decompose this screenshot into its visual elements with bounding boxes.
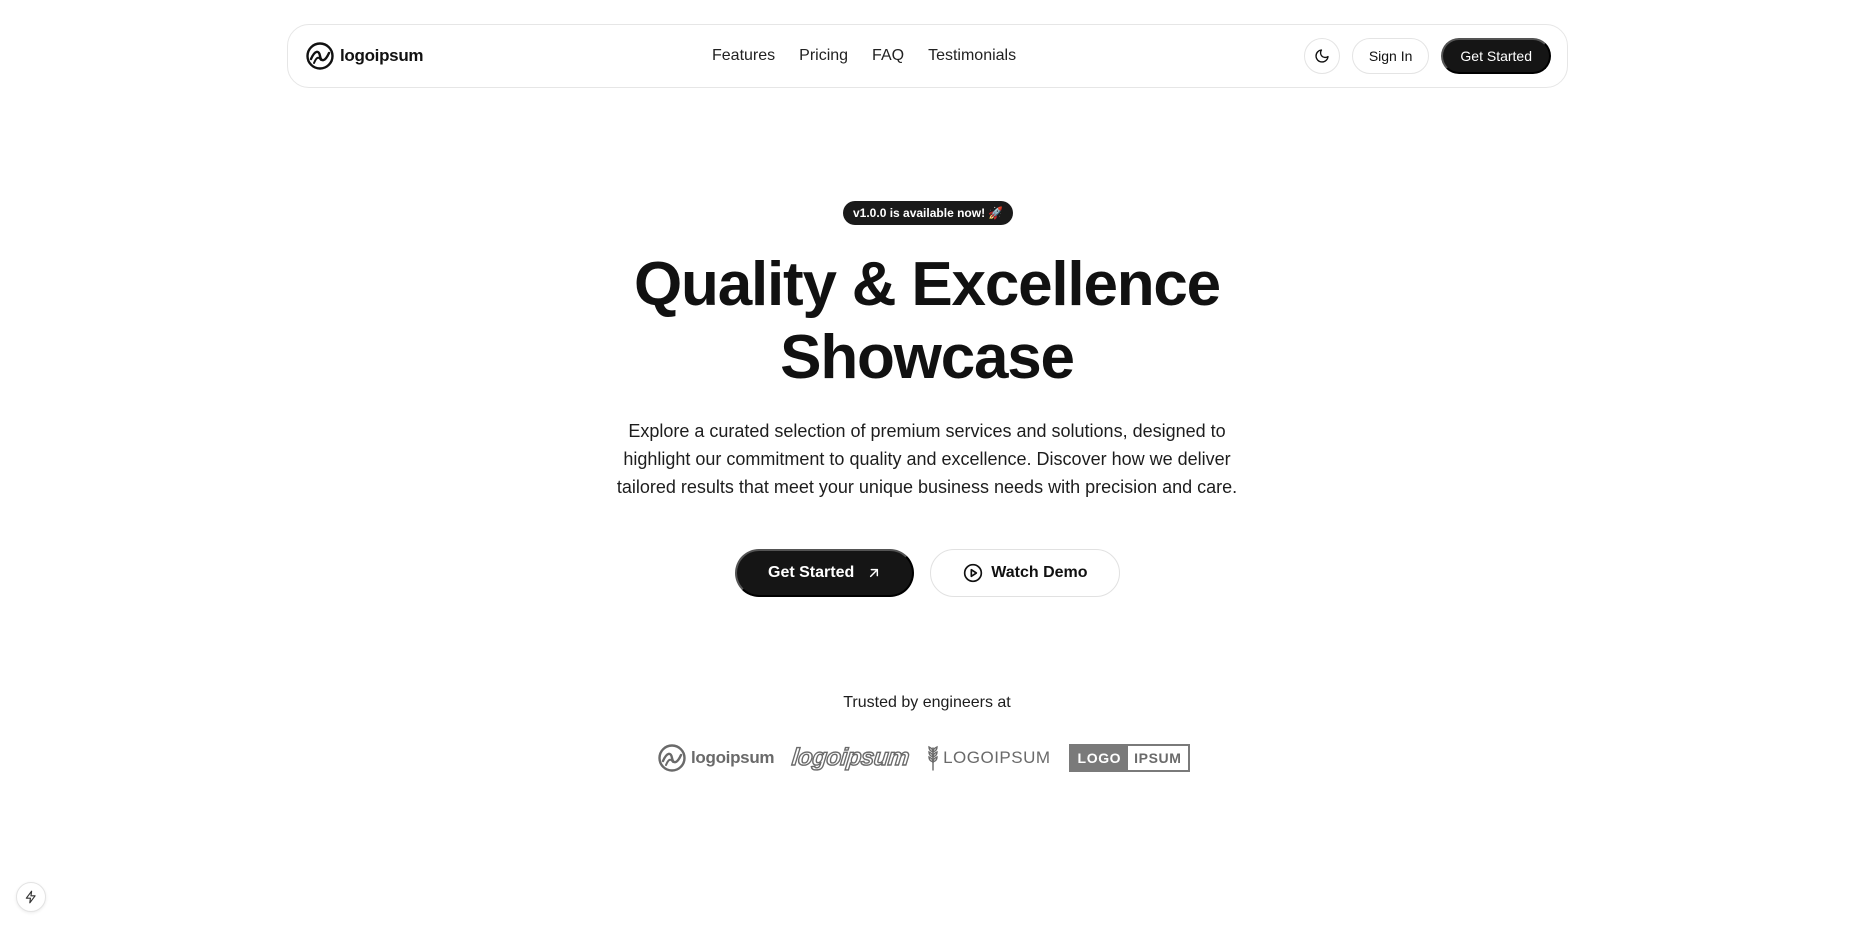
- hero-get-started-label: Get Started: [768, 564, 855, 581]
- hero-title: Quality & Excellence Showcase: [527, 248, 1327, 394]
- partner-logo-4-left: LOGO: [1070, 746, 1129, 770]
- arrow-up-right-icon: [870, 568, 879, 578]
- watch-demo-button[interactable]: Watch Demo: [930, 549, 1120, 597]
- partner-logo-1-text: logoipsum: [691, 748, 775, 767]
- trusted-heading: Trusted by engineers at: [843, 694, 1011, 711]
- main-nav: Features Pricing FAQ Testimonials: [712, 25, 1016, 87]
- partner-logo-1: logoipsum: [658, 744, 775, 772]
- play-circle-icon: [964, 563, 983, 583]
- nav-pricing[interactable]: Pricing: [799, 47, 848, 65]
- header-get-started-button[interactable]: Get Started: [1441, 38, 1551, 74]
- partner-logo-4: LOGO IPSUM: [1068, 744, 1190, 772]
- moon-icon: [1315, 49, 1329, 63]
- logoipsum-swirl-icon: [658, 744, 686, 772]
- logoipsum-swirl-icon: [306, 42, 334, 70]
- nav-features[interactable]: Features: [712, 47, 775, 65]
- brand-name: logoipsum: [340, 46, 424, 65]
- hero-title-line1: Quality & Excellence: [634, 250, 1221, 319]
- version-badge[interactable]: v1.0.0 is available now! 🚀: [843, 201, 1014, 225]
- theme-toggle-button[interactable]: [1303, 38, 1340, 74]
- top-navbar: logoipsum Features Pricing FAQ Testimoni…: [287, 24, 1568, 88]
- partner-logo-2: logoipsum: [790, 743, 911, 771]
- nav-actions: Sign In Get Started: [1303, 25, 1551, 87]
- sign-in-button[interactable]: Sign In: [1351, 38, 1430, 74]
- hero-get-started-button[interactable]: Get Started: [735, 549, 915, 597]
- watch-demo-label: Watch Demo: [991, 564, 1088, 581]
- hero-title-line2: Showcase: [780, 323, 1075, 392]
- wheat-icon: [928, 745, 938, 771]
- nav-testimonials[interactable]: Testimonials: [928, 47, 1016, 65]
- hero-cta-group: Get Started Watch Demo: [735, 549, 1120, 597]
- lightning-icon: [25, 890, 36, 904]
- partner-logo-3: LOGOIPSUM: [927, 744, 1050, 772]
- corner-widget-button[interactable]: [16, 882, 46, 912]
- brand-logo[interactable]: logoipsum: [306, 42, 424, 70]
- trusted-logos: logoipsum logoipsum LOGOIPSUM LOGO IPSUM: [658, 740, 1190, 776]
- nav-faq[interactable]: FAQ: [872, 47, 904, 65]
- partner-logo-4-right: IPSUM: [1134, 750, 1182, 766]
- hero-description: Explore a curated selection of premium s…: [616, 421, 1238, 497]
- partner-logo-3-text: LOGOIPSUM: [943, 748, 1051, 767]
